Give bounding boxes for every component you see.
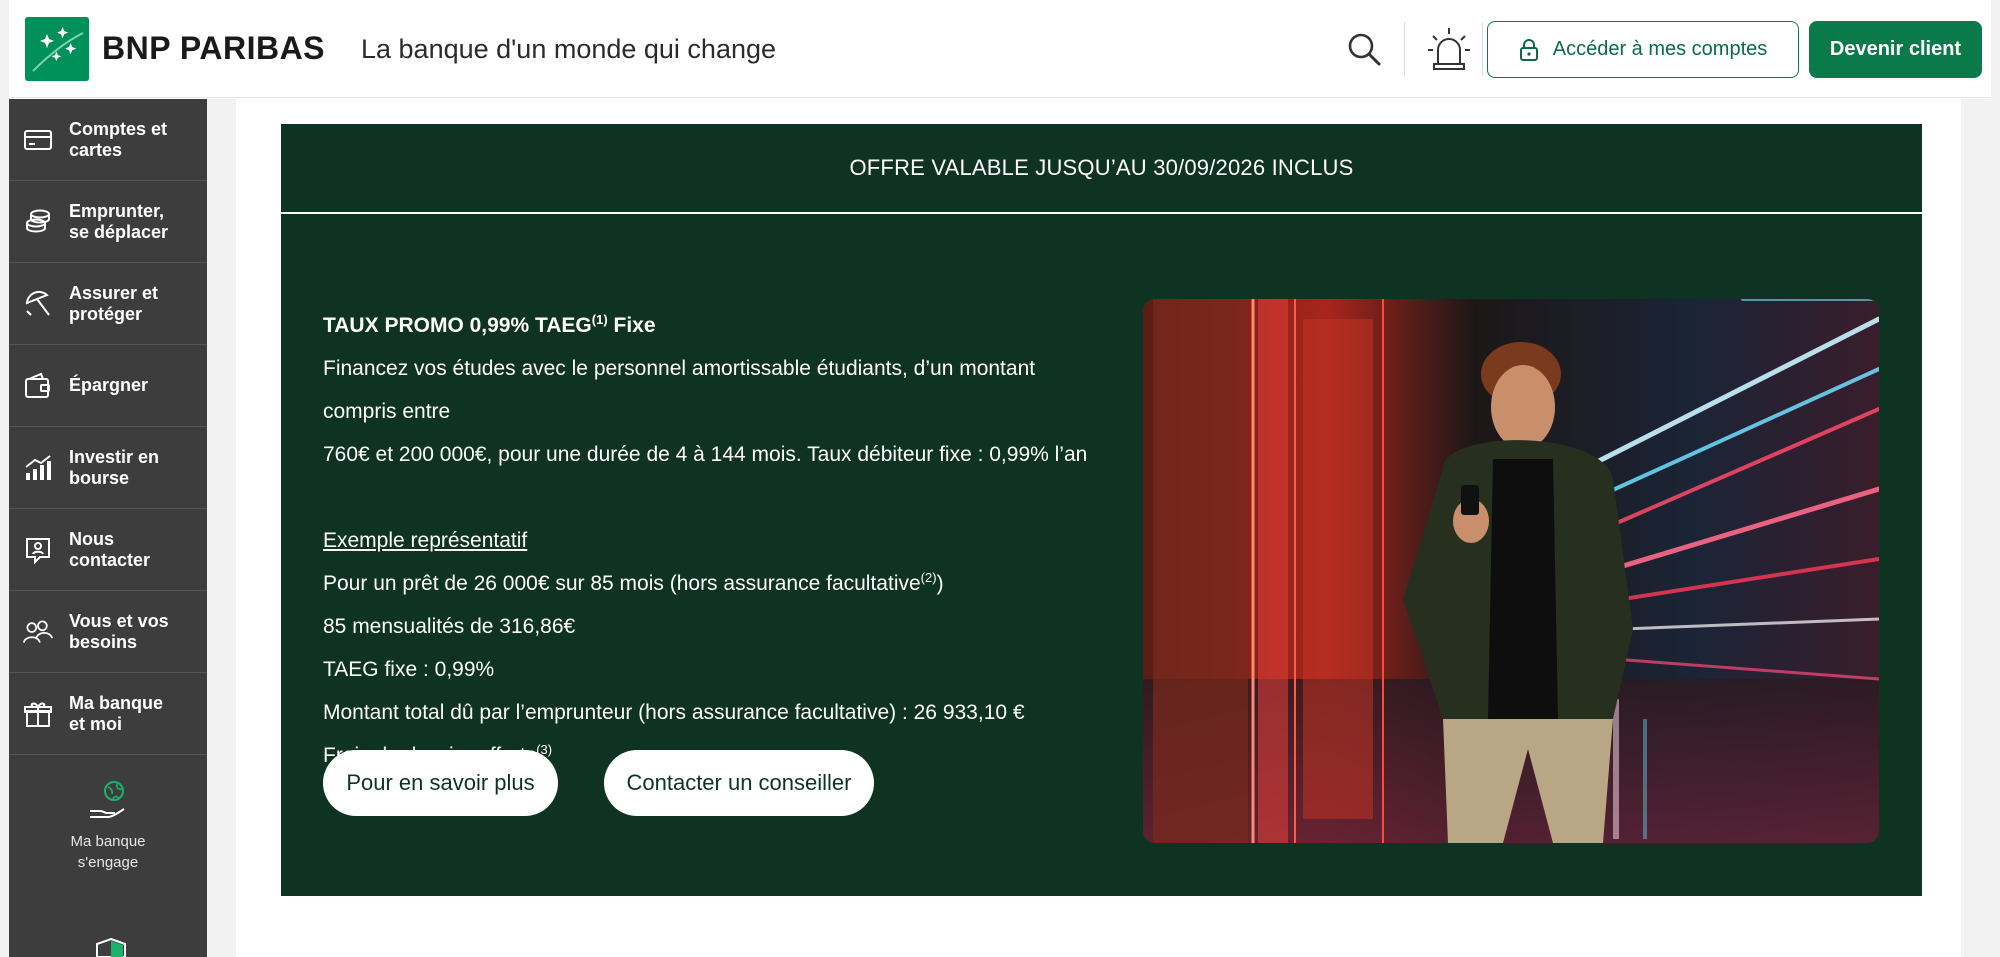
promo-description-line: 760€ et 200 000€, pour une durée de 4 à … — [323, 443, 1088, 466]
sidebar-item-label: Ma banque et moi — [69, 692, 164, 734]
sidebar-item-label: Épargner — [69, 375, 149, 395]
contact-icon — [26, 537, 50, 564]
alert-beacon-icon — [1428, 28, 1470, 70]
hand-globe-icon — [90, 781, 125, 818]
brand-tagline: La banque d'un monde qui change — [361, 34, 777, 64]
search-button[interactable] — [1345, 30, 1385, 70]
sidebar-item-label: Nous contacter — [69, 528, 151, 570]
student-city-night-image — [1143, 299, 1879, 843]
lock-icon — [1519, 38, 1538, 61]
contact-advisor-button[interactable]: Contacter un conseiller — [604, 750, 874, 816]
shield-icon — [96, 937, 126, 957]
sidebar-item-assurer[interactable]: Assurer et protéger — [9, 263, 207, 345]
sidebar-engage-label: Ma banque s'engage — [70, 833, 146, 871]
sidebar-item-investir[interactable]: Investir en bourse — [9, 427, 207, 509]
promo-details: TAUX PROMO 0,99% TAEG(1) Fixe Financez v… — [323, 304, 1103, 777]
sidebar-item-vous-et-vos-besoins[interactable]: Vous et vos besoins — [9, 591, 207, 673]
sidebar-item-label: Comptes et cartes — [69, 118, 168, 160]
promo-description-line: Financez vos études avec le personnel am… — [323, 357, 1036, 423]
coins-icon — [26, 209, 50, 233]
sidebar-item-label: Assurer et protéger — [69, 282, 159, 324]
promo-panel: OFFRE VALABLE JUSQU’AU 30/09/2026 INCLUS… — [281, 124, 1922, 896]
header-divider — [1404, 22, 1405, 76]
example-line: TAEG fixe : 0,99% — [323, 658, 495, 681]
sidebar-item-label: Vous et vos besoins — [69, 610, 169, 652]
sidebar-item-ma-banque-et-moi[interactable]: Ma banque et moi — [9, 673, 207, 755]
access-accounts-button[interactable]: Accéder à mes comptes — [1487, 21, 1799, 78]
page-frame-right — [1991, 0, 2000, 957]
sidebar-item-label: Investir en bourse — [69, 446, 160, 488]
header-divider — [1482, 22, 1483, 76]
sidebar-item-emprunter[interactable]: Emprunter, se déplacer — [9, 181, 207, 263]
sidebar-nav: Comptes et cartes Emprunter, se déplacer A… — [9, 99, 207, 957]
brand-name: BNP PARIBAS — [102, 30, 326, 66]
gift-icon — [24, 702, 52, 727]
example-line: 85 mensualités de 316,86€ — [323, 615, 576, 638]
offer-validity-banner: OFFRE VALABLE JUSQU’AU 30/09/2026 INCLUS — [281, 124, 1922, 214]
chart-icon — [25, 454, 51, 480]
sidebar-item-nous-contacter[interactable]: Nous contacter — [9, 509, 207, 591]
learn-more-button[interactable]: Pour en savoir plus — [323, 750, 558, 816]
sidebar-item-comptes-et-cartes[interactable]: Comptes et cartes — [9, 99, 207, 181]
promo-title: TAUX PROMO 0,99% TAEG(1) Fixe — [323, 312, 656, 337]
wallet-icon — [25, 372, 50, 398]
sidebar-item-ma-banque-s-engage[interactable]: Ma banque s'engage — [9, 755, 207, 873]
logo-stars-icon — [25, 17, 89, 81]
alert-button[interactable] — [1427, 24, 1471, 72]
become-client-button[interactable]: Devenir client — [1809, 21, 1982, 78]
bnp-logo[interactable] — [25, 17, 89, 81]
umbrella-icon — [25, 290, 50, 316]
page-frame-left — [0, 0, 9, 957]
people-icon — [23, 620, 53, 643]
sidebar-item-label: Emprunter, se déplacer — [69, 200, 169, 242]
example-line: Pour un prêt de 26 000€ sur 85 mois (hor… — [323, 570, 944, 595]
example-heading: Exemple représentatif — [323, 529, 528, 552]
site-header: BNP PARIBAS La banque d'un monde qui cha… — [9, 0, 1991, 98]
sidebar-item-epargner[interactable]: Épargner — [9, 345, 207, 427]
search-icon — [1348, 33, 1381, 66]
promo-photo — [1143, 299, 1879, 843]
access-accounts-label: Accéder à mes comptes — [1552, 38, 1768, 60]
card-icon — [24, 129, 52, 150]
example-line: Montant total dû par l’emprunteur (hors … — [323, 701, 1025, 724]
